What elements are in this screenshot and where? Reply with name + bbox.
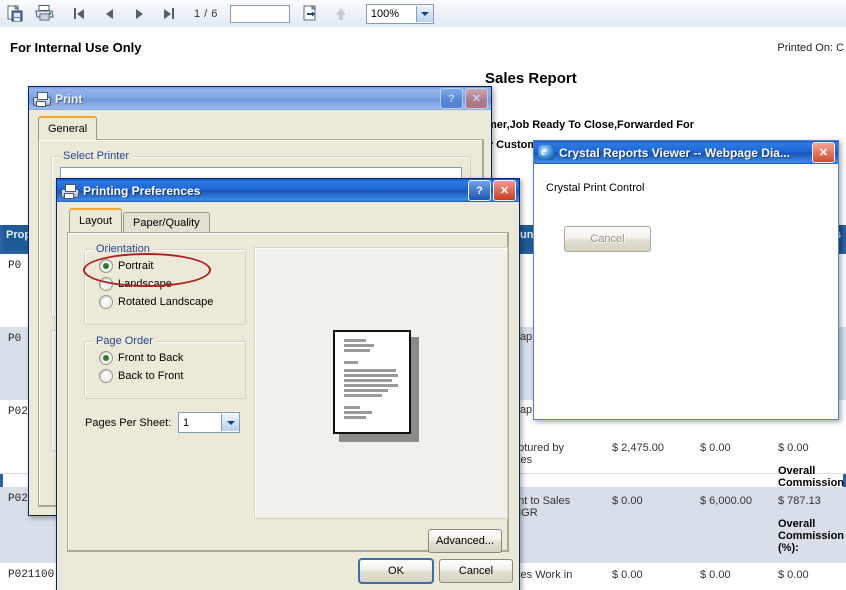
printer-icon — [33, 91, 51, 107]
row-amount-1: $ 0.00 — [612, 495, 643, 507]
radio-rotated-landscape-label: Rotated Landscape — [118, 296, 214, 308]
crystal-print-control-message: Crystal Print Control — [546, 182, 645, 194]
orientation-legend: Orientation — [93, 243, 153, 255]
radio-front-to-back[interactable]: Front to Back — [99, 351, 183, 365]
ok-button[interactable]: OK — [358, 558, 434, 584]
zoom-select[interactable]: 100% — [365, 3, 434, 24]
viewer-toolbar: 1 / 6 100% — [0, 0, 846, 28]
preview-sheet — [333, 330, 411, 434]
radio-rotated-landscape-indicator[interactable] — [99, 295, 113, 309]
row-amount-2: $ 0.00 — [700, 442, 731, 454]
radio-front-to-back-indicator[interactable] — [99, 351, 113, 365]
cancel-button[interactable]: Cancel — [439, 559, 513, 583]
row-commission-note: Overall Commission (%): — [778, 518, 845, 554]
pages-per-sheet-value: 1 — [183, 416, 190, 429]
report-subline-1: mer,Job Ready To Close,Forwarded For — [487, 119, 695, 131]
last-page-icon[interactable] — [154, 2, 184, 26]
page-order-group: Page Order Front to Back Back to Front — [84, 335, 246, 399]
help-button[interactable]: ? — [440, 88, 463, 109]
export-icon[interactable] — [0, 2, 30, 26]
next-page-icon[interactable] — [124, 2, 154, 26]
tab-paper-quality[interactable]: Paper/Quality — [123, 212, 210, 232]
report-title: Sales Report — [485, 70, 577, 87]
radio-back-to-front-label: Back to Front — [118, 370, 184, 382]
print-dialog-tabstrip: General — [38, 116, 98, 140]
row-prop-value: P0 — [8, 333, 22, 345]
row-prop-value: P02 — [8, 493, 28, 505]
crystal-dialog-body: Crystal Print Control Cancel — [534, 164, 838, 419]
row-prop-value: P021100 — [8, 569, 55, 581]
radio-back-to-front-indicator[interactable] — [99, 369, 113, 383]
internal-use-notice: For Internal Use Only — [10, 40, 142, 55]
printed-on-label: Printed On: C — [777, 42, 844, 54]
report-subline-2: y Custom — [487, 139, 538, 151]
chevron-down-icon[interactable] — [221, 414, 239, 431]
close-button[interactable]: ✕ — [493, 180, 516, 201]
row-amount-2: $ 0.00 — [700, 569, 731, 581]
go-to-page-icon[interactable] — [296, 2, 326, 26]
row-description: ales Work in — [512, 569, 573, 581]
crystal-dialog-titlebar[interactable]: Crystal Reports Viewer -- Webpage Dia...… — [534, 141, 838, 164]
printer-icon — [61, 183, 79, 199]
print-dialog-titlebar[interactable]: Print ? ✕ — [29, 87, 491, 110]
goto-page-input[interactable] — [229, 4, 290, 23]
page-indicator: 1 / 6 — [194, 7, 218, 20]
close-button[interactable]: ✕ — [812, 142, 835, 163]
preferences-body: Layout Paper/Quality Orientation Portrai… — [57, 202, 519, 590]
row-amount-3: $ 0.00 — [778, 442, 809, 454]
print-dialog-title: Print — [55, 91, 83, 106]
row-amount-2: $ 6,000.00 — [700, 495, 752, 507]
internet-explorer-icon — [538, 143, 554, 160]
printing-preferences-dialog: Printing Preferences ? ✕ Layout Paper/Qu… — [56, 178, 520, 590]
zoom-value: 100% — [370, 7, 400, 20]
row-amount-3: $ 0.00 — [778, 569, 809, 581]
print-icon[interactable] — [30, 2, 60, 26]
page-preview — [254, 247, 508, 519]
radio-rotated-landscape[interactable]: Rotated Landscape — [99, 295, 213, 309]
row-amount-3: $ 787.13 — [778, 495, 821, 507]
preferences-titlebar[interactable]: Printing Preferences ? ✕ — [57, 179, 519, 202]
pages-per-sheet-select[interactable]: 1 — [178, 412, 240, 433]
radio-portrait[interactable]: Portrait — [99, 259, 153, 273]
radio-front-to-back-label: Front to Back — [118, 352, 184, 364]
crystal-reports-viewer-dialog: Crystal Reports Viewer -- Webpage Dia...… — [533, 140, 839, 420]
chevron-down-icon[interactable] — [415, 5, 433, 22]
radio-landscape[interactable]: Landscape — [99, 277, 172, 291]
crystal-dialog-title: Crystal Reports Viewer -- Webpage Dia... — [559, 145, 790, 160]
radio-back-to-front[interactable]: Back to Front — [99, 369, 183, 383]
page-order-legend: Page Order — [93, 335, 156, 347]
select-printer-legend: Select Printer — [60, 150, 133, 162]
help-button[interactable]: ? — [468, 180, 491, 201]
tab-layout[interactable]: Layout — [69, 208, 123, 232]
first-page-icon[interactable] — [64, 2, 94, 26]
radio-landscape-label: Landscape — [118, 278, 172, 290]
row-amount-1: $ 2,475.00 — [612, 442, 664, 454]
radio-portrait-indicator[interactable] — [99, 259, 113, 273]
pages-per-sheet-label: Pages Per Sheet: — [85, 417, 172, 429]
close-button[interactable]: ✕ — [465, 88, 488, 109]
row-prop-value: P0 — [8, 260, 22, 272]
advanced-button[interactable]: Advanced... — [428, 529, 502, 553]
radio-portrait-label: Portrait — [118, 260, 154, 272]
tab-general[interactable]: General — [38, 116, 98, 140]
radio-landscape-indicator[interactable] — [99, 277, 113, 291]
layout-panel: Orientation Portrait Landscape Rotated L… — [67, 232, 509, 553]
preferences-title: Printing Preferences — [83, 183, 201, 198]
previous-page-icon[interactable] — [94, 2, 124, 26]
up-arrow-icon — [326, 2, 356, 26]
orientation-group: Orientation Portrait Landscape Rotated L… — [84, 243, 246, 325]
row-amount-1: $ 0.00 — [612, 569, 643, 581]
crystal-cancel-button[interactable]: Cancel — [564, 226, 651, 252]
preferences-tabstrip: Layout Paper/Quality — [69, 208, 211, 232]
column-header-amount: un — [520, 229, 534, 241]
application-screen: 1 / 6 100% For Internal Use Only Printed… — [0, 0, 846, 590]
row-description: ent to Sales MGR — [512, 495, 571, 519]
